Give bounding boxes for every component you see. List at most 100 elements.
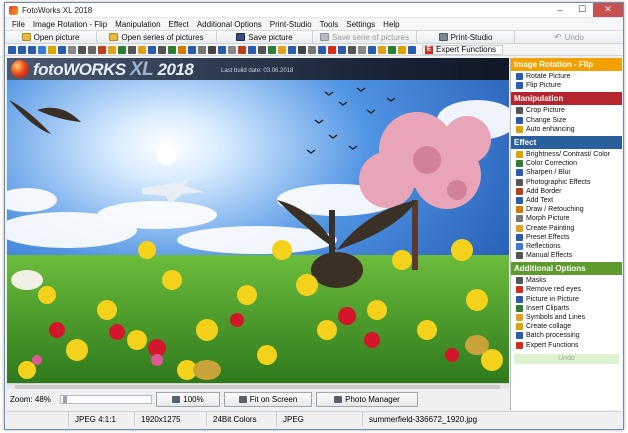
panel-item[interactable]: Reflections [511,242,622,251]
tool-icon[interactable] [218,45,226,54]
tool-icon[interactable] [158,45,166,54]
panel-item[interactable]: Morph Picture [511,214,622,223]
tool-icon[interactable] [148,45,156,54]
tool-icon[interactable] [98,45,106,54]
tool-icon[interactable] [168,45,176,54]
panel-item[interactable]: Create collage [511,322,622,331]
tool-icon[interactable] [28,45,36,54]
tool-icon[interactable] [308,45,316,54]
panel-item[interactable]: Create Painting [511,223,622,232]
panel-item[interactable]: Sharpen / Blur [511,168,622,177]
zoom-100-button[interactable]: 100% [156,392,220,407]
panel-item[interactable]: Crop Picture [511,106,622,115]
panel-item[interactable]: Flip Picture [511,81,622,90]
menu-additional-options[interactable]: Additional Options [193,20,266,29]
section-header[interactable]: Image Rotation - Flip [511,58,622,71]
zoom-slider[interactable] [60,395,152,404]
close-button[interactable]: ✕ [593,2,623,17]
menu-effect[interactable]: Effect [165,20,193,29]
tool-icon[interactable] [238,45,246,54]
panel-item[interactable]: Change Size [511,116,622,125]
panel-item[interactable]: Manual Effects [511,251,622,260]
menu-image-rotation[interactable]: Image Rotation - Flip [29,20,111,29]
tool-icon[interactable] [248,45,256,54]
tool-icon[interactable] [8,45,16,54]
menu-tools[interactable]: Tools [316,20,343,29]
section-header[interactable]: Additional Options [511,262,622,276]
panel-item[interactable]: Add Text [511,196,622,205]
tool-icon[interactable] [278,45,286,54]
zoom-slider-knob[interactable] [63,396,67,403]
fit-on-screen-button[interactable]: Fit on Screen [224,392,312,407]
tool-icon[interactable] [358,45,366,54]
tool-icon[interactable] [258,45,266,54]
panel-item[interactable]: Insert Cliparts [511,304,622,313]
tool-icon[interactable] [338,45,346,54]
tool-icon[interactable] [68,45,76,54]
panel-item[interactable]: Draw / Retouching [511,205,622,214]
panel-item[interactable]: Masks [511,276,622,285]
menu-print-studio[interactable]: Print-Studio [266,20,316,29]
panel-item[interactable]: Picture in Picture [511,295,622,304]
photo-manager-button[interactable]: Photo Manager [316,392,418,407]
expert-functions-button[interactable]: E Expert Functions [422,44,504,55]
panel-item[interactable]: Photographic Effects [511,178,622,187]
open-series-button[interactable]: Open series of pictures [97,31,217,43]
tool-icon[interactable] [138,45,146,54]
tool-icon[interactable] [398,45,406,54]
folder-icon [21,33,31,41]
tool-icon[interactable] [108,45,116,54]
tool-icon[interactable] [348,45,356,54]
tool-icon[interactable] [118,45,126,54]
minimize-button[interactable]: – [549,3,571,17]
panel-item[interactable]: Auto enhancing [511,125,622,134]
tool-icon[interactable] [58,45,66,54]
menu-settings[interactable]: Settings [342,20,379,29]
section-header[interactable]: Effect [511,135,622,149]
tool-icon[interactable] [318,45,326,54]
window-title: FotoWorks XL 2018 [22,5,93,15]
tool-icon[interactable] [88,45,96,54]
maximize-button[interactable]: ☐ [571,3,593,17]
tool-icon[interactable] [178,45,186,54]
tool-icon[interactable] [298,45,306,54]
save-picture-button[interactable]: Save picture [217,31,313,43]
tool-icon[interactable] [128,45,136,54]
undo-button[interactable]: ↶ Undo [515,31,623,43]
image-canvas[interactable] [7,80,509,383]
tool-icon[interactable] [228,45,236,54]
tool-icon[interactable] [198,45,206,54]
tool-icon[interactable] [268,45,276,54]
panel-item[interactable]: Symbols and Lines [511,313,622,322]
open-picture-button[interactable]: Open picture [5,31,97,43]
tool-icon[interactable] [208,45,216,54]
panel-item[interactable]: Add Border [511,187,622,196]
panel-item[interactable]: Rotate Picture [511,72,622,81]
tool-icon[interactable] [378,45,386,54]
print-studio-button[interactable]: Print-Studio [417,31,515,43]
horizontal-scrollbar[interactable] [7,383,509,389]
menu-manipulation[interactable]: Manipulation [111,20,164,29]
tool-icon[interactable] [48,45,56,54]
menu-file[interactable]: File [8,20,29,29]
tool-icon[interactable] [288,45,296,54]
scrollbar-thumb[interactable] [15,385,500,389]
panel-item[interactable]: Preset Effects [511,233,622,242]
menu-help[interactable]: Help [379,20,403,29]
tool-icon[interactable] [368,45,376,54]
panel-item[interactable]: Batch processing [511,331,622,340]
tool-icon[interactable] [188,45,196,54]
section-header[interactable]: Manipulation [511,92,622,106]
tool-icon[interactable] [78,45,86,54]
tool-icon[interactable] [38,45,46,54]
panel-item[interactable]: Expert Functions [511,341,622,350]
save-series-button[interactable]: Save serie of pictures [313,31,417,43]
panel-item[interactable]: Brightness/ Contrast/ Color [511,150,622,159]
tool-icon[interactable] [18,45,26,54]
tool-icon[interactable] [388,45,396,54]
tool-icon[interactable] [408,45,416,54]
panel-item[interactable]: Color Correction [511,159,622,168]
panel-undo-button[interactable]: Undo [514,353,619,364]
tool-icon[interactable] [328,45,336,54]
panel-item[interactable]: Remove red eyes [511,285,622,294]
